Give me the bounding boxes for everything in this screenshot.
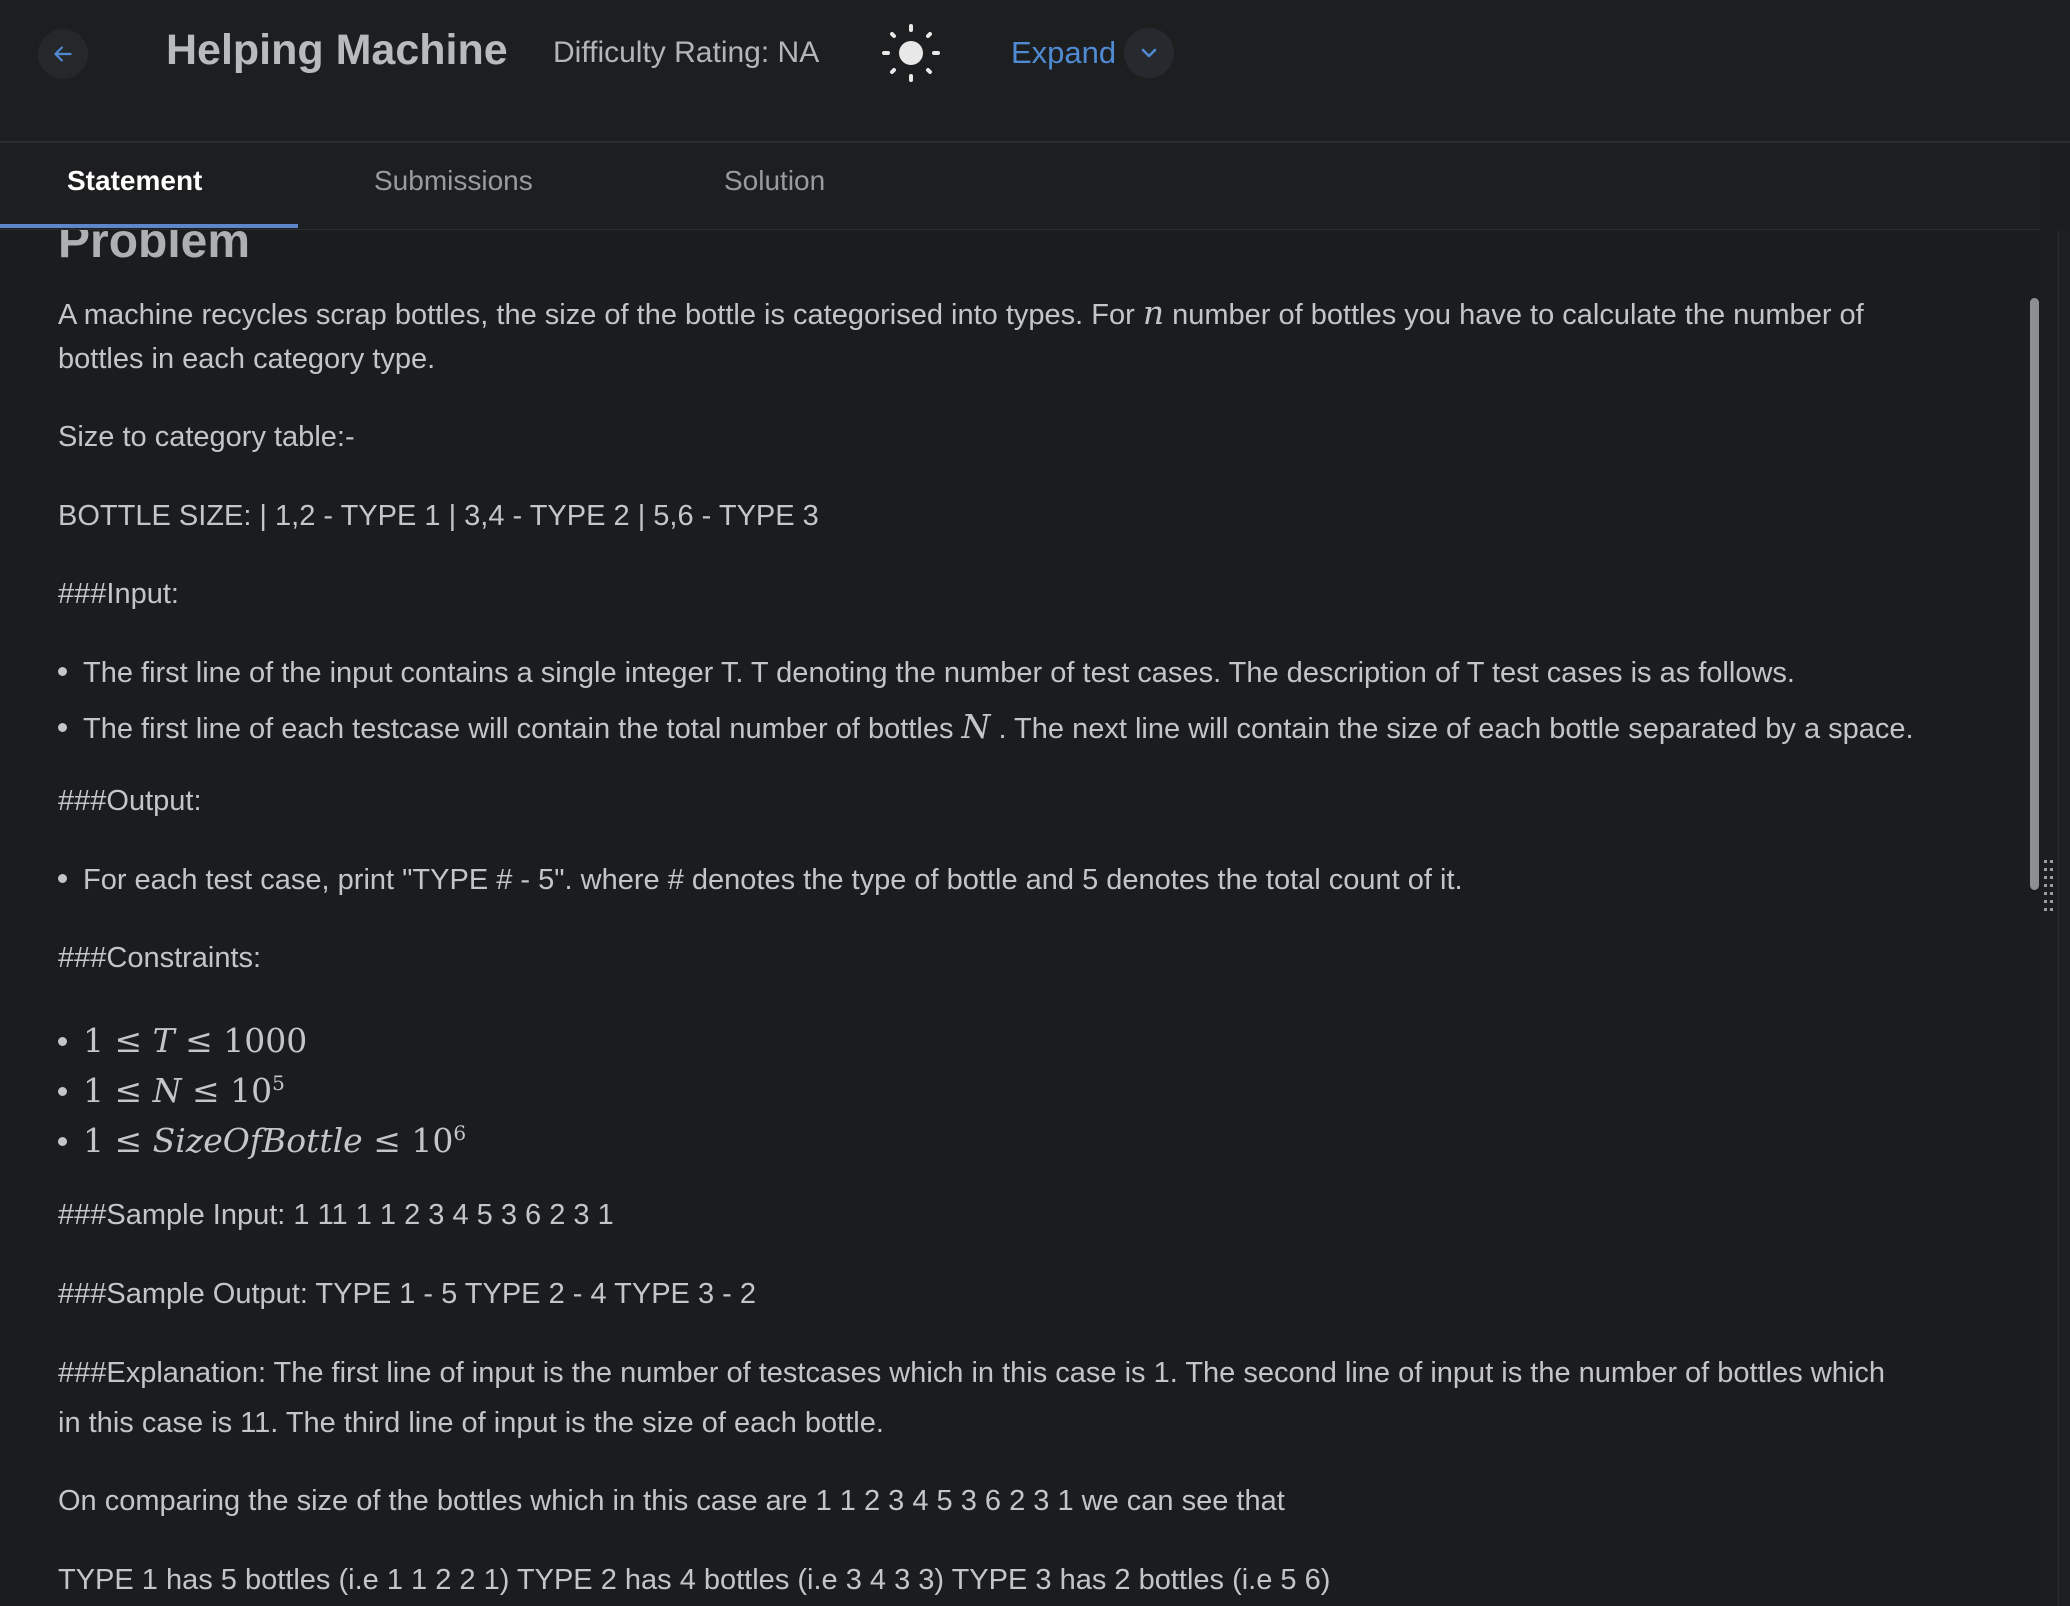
tab-bar: Statement Submissions Solution: [0, 143, 2040, 230]
comparison-text: On comparing the size of the bottles whi…: [58, 1485, 1285, 1517]
chevron-down-icon: [1141, 48, 1157, 58]
type-summary: TYPE 1 has 5 bottles (i.e 1 1 2 2 1) TYP…: [58, 1564, 1331, 1596]
size-table-label: Size to category table:-: [58, 421, 355, 453]
list-item: The first line of each testcase will con…: [58, 707, 1914, 746]
constraint-item: 1 ≤ N ≤ 105: [58, 1071, 285, 1110]
sun-icon[interactable]: [880, 22, 942, 84]
intro-line-2: bottles in each category type.: [58, 343, 436, 375]
explanation-line-2: in this case is 11. The third line of in…: [58, 1407, 884, 1439]
constraint-item: 1 ≤ T ≤ 1000: [58, 1021, 307, 1060]
sample-input: ###Sample Input: 1 11 1 1 2 3 4 5 3 6 2 …: [58, 1199, 614, 1231]
top-header: Helping Machine Difficulty Rating: NA Ex…: [0, 0, 2070, 143]
active-tab-indicator: [0, 224, 298, 228]
arrow-left-icon: [54, 46, 72, 62]
bottle-size-table: BOTTLE SIZE: | 1,2 - TYPE 1 | 3,4 - TYPE…: [58, 500, 819, 532]
expand-toggle[interactable]: [1124, 28, 1174, 78]
problem-heading: Problem: [58, 230, 251, 268]
tab-solution[interactable]: Solution: [724, 165, 825, 197]
list-item: For each test case, print "TYPE # - 5". …: [58, 864, 1463, 897]
explanation-line-1: ###Explanation: The first line of input …: [58, 1357, 1885, 1389]
scrollbar-thumb[interactable]: [2030, 298, 2039, 890]
constraint-item: 1 ≤ SizeOfBottle ≤ 106: [58, 1121, 466, 1160]
input-heading: ###Input:: [58, 578, 179, 610]
sample-output: ###Sample Output: TYPE 1 - 5 TYPE 2 - 4 …: [58, 1278, 756, 1310]
drag-handle-icon[interactable]: [2042, 858, 2056, 918]
constraints-heading: ###Constraints:: [58, 942, 262, 974]
tab-statement[interactable]: Statement: [67, 165, 202, 197]
expand-button[interactable]: Expand: [1011, 35, 1116, 71]
back-button[interactable]: [38, 29, 88, 79]
statement-panel: Problem A machine recycles scrap bottles…: [0, 230, 2041, 1606]
side-panel-edge: [2058, 230, 2070, 1606]
intro-line-1: A machine recycles scrap bottles, the si…: [58, 293, 1864, 332]
output-heading: ###Output:: [58, 785, 202, 817]
problem-title: Helping Machine: [166, 26, 508, 74]
list-item: The first line of the input contains a s…: [58, 657, 1795, 690]
tab-submissions[interactable]: Submissions: [374, 165, 533, 197]
difficulty-rating: Difficulty Rating: NA: [553, 36, 820, 69]
